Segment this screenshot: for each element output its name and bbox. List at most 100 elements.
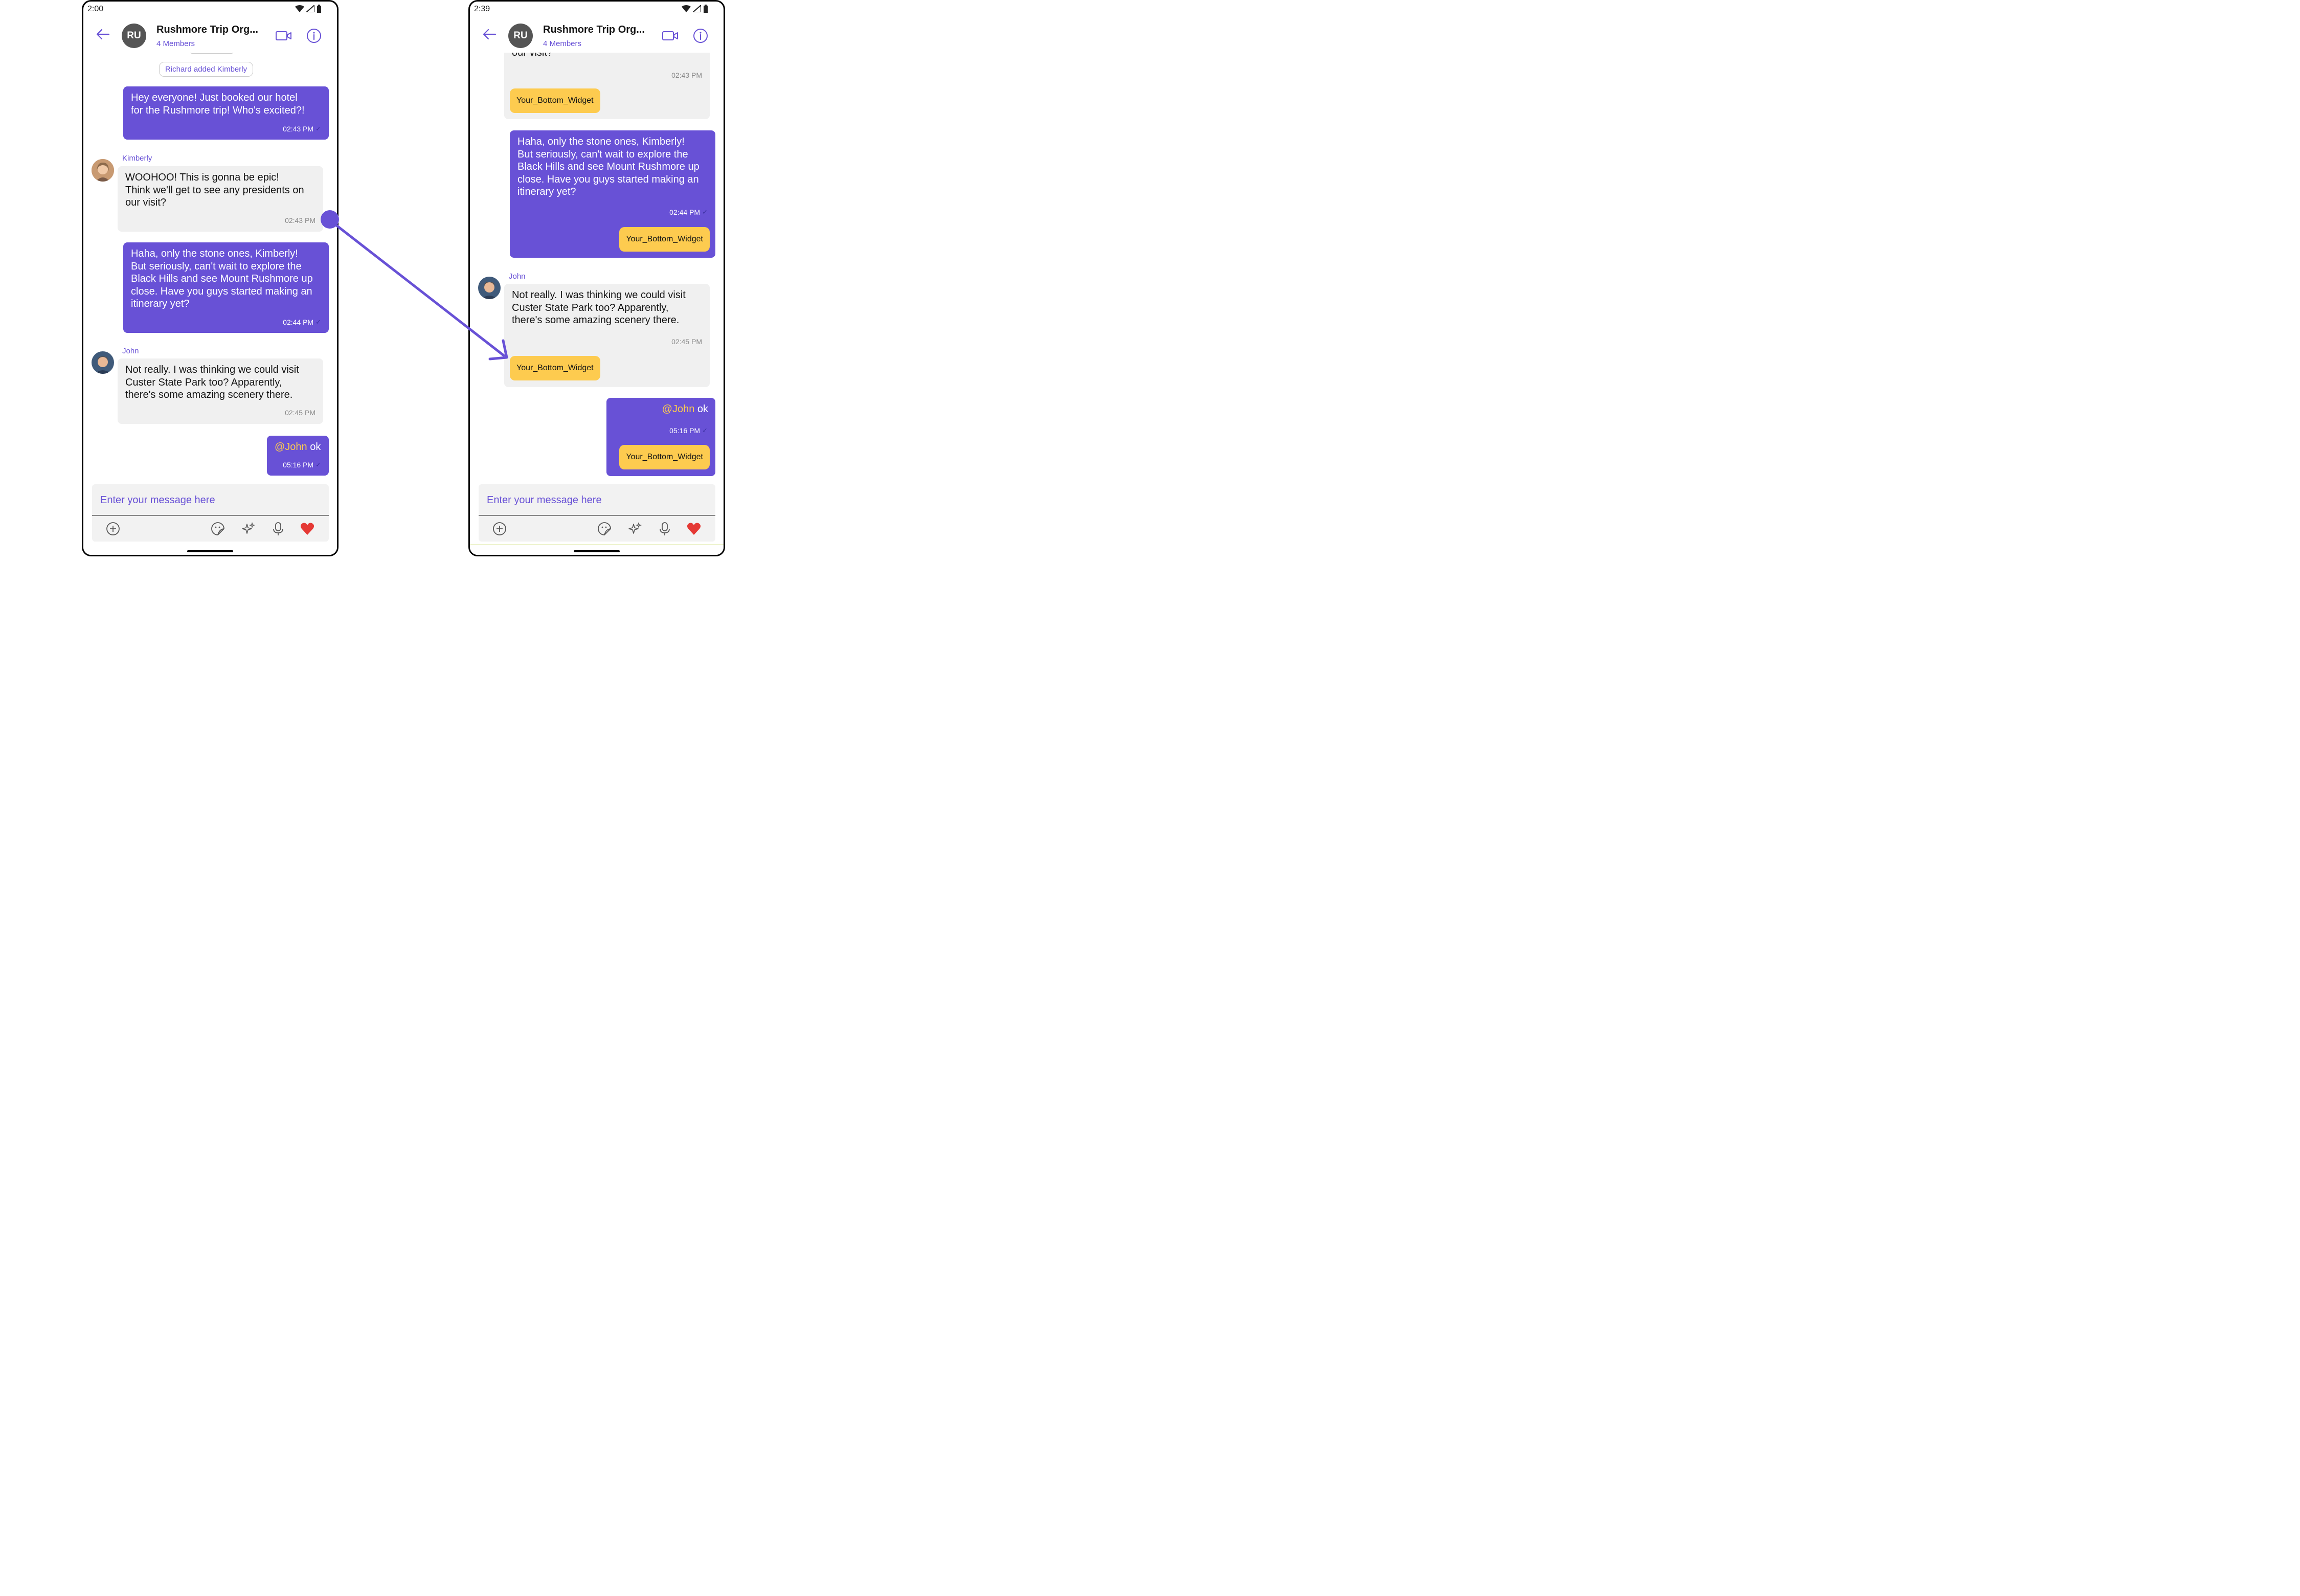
ai-sparkle-icon[interactable] <box>240 521 256 536</box>
check-icon: ✓ <box>315 318 321 326</box>
wifi-icon <box>295 5 304 12</box>
group-avatar[interactable]: RU <box>508 24 533 48</box>
composer-divider <box>479 515 715 516</box>
message-time: 02:45 PM <box>671 338 702 346</box>
left-phone: 2:00 RU Rushmore Trip Org... 4 Members R… <box>82 0 339 556</box>
status-icons <box>682 5 708 13</box>
message-text: Not really. I was thinking we could visi… <box>512 289 686 326</box>
status-time: 2:00 <box>87 5 104 13</box>
message-composer: Enter your message here <box>92 484 329 542</box>
outgoing-message[interactable]: @John ok 05:16 PM ✓ <box>267 436 329 476</box>
outgoing-message[interactable]: Haha, only the stone ones, Kimberly! But… <box>123 242 329 333</box>
heart-icon[interactable] <box>300 521 315 536</box>
status-bar: 2:39 <box>470 2 724 17</box>
sender-name: Kimberly <box>122 154 152 163</box>
back-arrow-icon[interactable] <box>95 26 111 42</box>
john-avatar[interactable] <box>92 351 114 374</box>
check-icon: ✓ <box>702 426 708 434</box>
group-action-message: Richard added Kimberly <box>159 62 254 77</box>
message-input[interactable]: Enter your message here <box>487 494 602 506</box>
message-text: Hey everyone! Just booked our hotel for … <box>131 92 305 116</box>
outgoing-message[interactable]: Hey everyone! Just booked our hotel for … <box>123 86 329 140</box>
signal-icon <box>693 5 701 12</box>
composer-divider <box>92 515 329 516</box>
group-avatar[interactable]: RU <box>122 24 146 48</box>
message-time: 02:43 PM <box>285 216 315 224</box>
message-meta: 02:44 PM ✓ <box>283 316 321 329</box>
ai-sparkle-icon[interactable] <box>627 521 642 536</box>
video-call-icon[interactable] <box>276 30 292 41</box>
incoming-message[interactable]: WOOHOO! This is gonna be epic! Think we'… <box>118 166 323 232</box>
incoming-message[interactable]: Not really. I was thinking we could visi… <box>504 284 710 387</box>
kimberly-avatar[interactable] <box>92 159 114 182</box>
check-icon: ✓ <box>702 208 708 216</box>
message-text: our visit? <box>512 53 553 58</box>
battery-icon <box>704 5 708 13</box>
sticker-icon[interactable] <box>210 521 226 536</box>
message-meta: 05:16 PM ✓ <box>669 424 708 437</box>
status-icons <box>295 5 322 13</box>
microphone-icon[interactable] <box>657 521 672 536</box>
message-meta: 02:44 PM ✓ <box>669 206 708 219</box>
message-text: @John ok <box>275 441 321 453</box>
back-arrow-icon[interactable] <box>481 26 498 42</box>
message-time: 05:16 PM <box>669 426 701 435</box>
bottom-widget[interactable]: Your_Bottom_Widget <box>619 445 710 469</box>
message-time: 02:45 PM <box>285 408 315 417</box>
status-bar: 2:00 <box>83 2 337 17</box>
sender-name: John <box>509 272 526 281</box>
message-list[interactable]: Richard added Kimberly Hey everyone! Jus… <box>83 53 337 482</box>
bottom-widget[interactable]: Your_Bottom_Widget <box>619 227 710 252</box>
home-indicator[interactable] <box>187 550 233 552</box>
video-call-icon[interactable] <box>662 30 679 41</box>
member-count: 4 Members <box>156 39 195 48</box>
system-nav-bar <box>470 545 724 555</box>
outgoing-message[interactable]: @John ok 05:16 PM ✓ Your_Bottom_Widget <box>606 398 715 476</box>
message-composer: Enter your message here <box>479 484 715 542</box>
message-text: Haha, only the stone ones, Kimberly! But… <box>131 248 313 309</box>
bottom-widget[interactable]: Your_Bottom_Widget <box>510 88 600 113</box>
status-time: 2:39 <box>474 5 490 13</box>
message-meta: 02:43 PM ✓ <box>283 123 321 136</box>
chat-header: RU Rushmore Trip Org... 4 Members <box>470 17 724 53</box>
check-icon: ✓ <box>315 124 321 132</box>
message-text: @John ok <box>662 403 708 415</box>
home-indicator[interactable] <box>574 550 620 552</box>
message-input[interactable]: Enter your message here <box>100 494 215 506</box>
member-count: 4 Members <box>543 39 582 48</box>
message-time: 02:44 PM <box>669 208 701 216</box>
message-list[interactable]: our visit? 02:43 PM Your_Bottom_Widget H… <box>470 53 724 482</box>
outgoing-message[interactable]: Haha, only the stone ones, Kimberly! But… <box>510 130 715 258</box>
action-pill-fragment <box>189 53 234 54</box>
incoming-message[interactable]: our visit? 02:43 PM Your_Bottom_Widget <box>504 53 710 119</box>
message-text: WOOHOO! This is gonna be epic! Think we'… <box>125 172 304 208</box>
add-icon[interactable] <box>105 521 121 536</box>
sticker-icon[interactable] <box>597 521 612 536</box>
message-time: 02:43 PM <box>283 124 314 133</box>
group-title: Rushmore Trip Org... <box>543 24 645 35</box>
mention[interactable]: @John <box>275 441 307 453</box>
john-avatar[interactable] <box>478 277 501 299</box>
bottom-widget[interactable]: Your_Bottom_Widget <box>510 356 600 380</box>
check-icon: ✓ <box>315 460 321 468</box>
system-nav-bar <box>83 545 337 555</box>
heart-icon[interactable] <box>686 521 702 536</box>
chat-header: RU Rushmore Trip Org... 4 Members <box>83 17 337 53</box>
right-phone: 2:39 RU Rushmore Trip Org... 4 Members o… <box>468 0 725 556</box>
battery-icon <box>317 5 321 13</box>
message-text: Haha, only the stone ones, Kimberly! But… <box>517 136 700 197</box>
message-time: 05:16 PM <box>283 460 314 469</box>
signal-icon <box>306 5 314 12</box>
comparison-stage: 2:00 RU Rushmore Trip Org... 4 Members R… <box>0 0 798 557</box>
message-meta: 05:16 PM ✓ <box>283 459 321 471</box>
info-icon[interactable] <box>306 28 322 43</box>
group-title: Rushmore Trip Org... <box>156 24 258 35</box>
incoming-message[interactable]: Not really. I was thinking we could visi… <box>118 358 323 424</box>
mention[interactable]: @John <box>662 403 695 415</box>
message-time: 02:44 PM <box>283 318 314 326</box>
add-icon[interactable] <box>492 521 507 536</box>
info-icon[interactable] <box>693 28 708 43</box>
wifi-icon <box>682 5 691 12</box>
microphone-icon[interactable] <box>270 521 286 536</box>
message-time: 02:43 PM <box>671 71 702 79</box>
